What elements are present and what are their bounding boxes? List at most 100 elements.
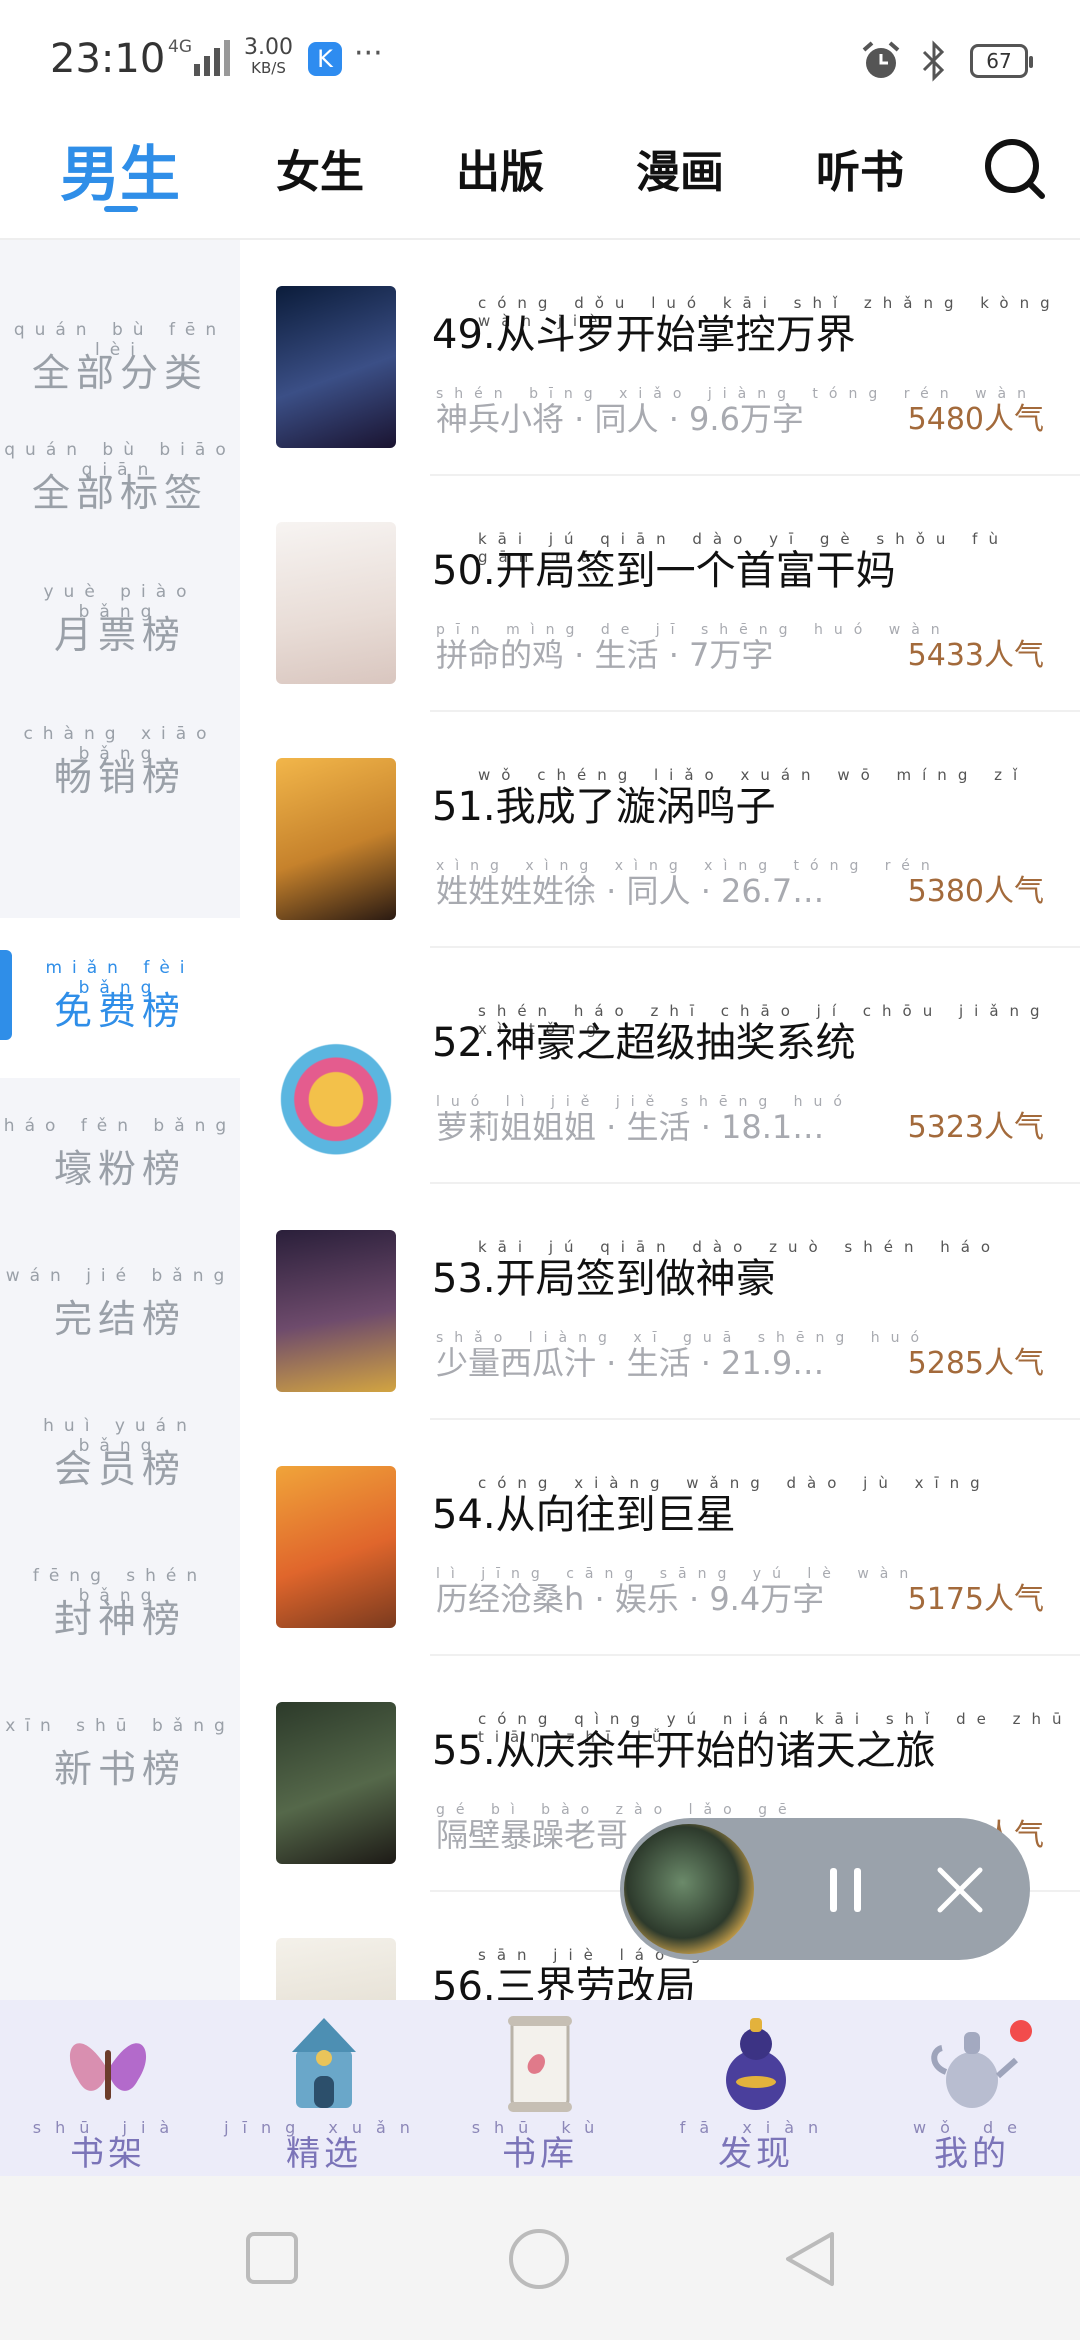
sidebar-item-all-categories[interactable]: quán bù fēn lèi 全部分类 [0, 320, 240, 440]
gourd-icon [726, 2018, 786, 2110]
book-popularity: 5323人气 [907, 1110, 1044, 1145]
nav-label: 我的 [934, 2134, 1010, 2174]
back-icon[interactable] [780, 2228, 840, 2290]
sidebar-item-completed[interactable]: wán jié bǎng 完结榜 [0, 1266, 240, 1386]
network-speed: 3.00 KB/S [244, 35, 293, 78]
tab-boys[interactable]: 男生 [60, 126, 180, 213]
app-notification-icon: K [308, 42, 342, 76]
tab-publishing[interactable]: 出版 [456, 136, 544, 200]
search-icon[interactable] [982, 136, 1046, 200]
book-title: 52.神豪之超级抽奖系统 [432, 1020, 856, 1066]
book-item[interactable]: cóng dǒu luó kāi shǐ zhǎng kòng wàn jiè … [240, 240, 1080, 476]
book-meta: 拼命的鸡 · 生活 · 7万字 [436, 636, 774, 674]
book-item[interactable]: kāi jú qiān dào zuò shén háo 53.开局签到做神豪 … [240, 1184, 1080, 1420]
sidebar-item-label: 新书榜 [53, 1747, 186, 1791]
book-meta: 隔壁暴躁老哥 [436, 1816, 629, 1854]
book-cover[interactable] [276, 522, 396, 684]
book-meta: 姓姓姓姓徐 · 同人 · 26.7… [436, 872, 825, 910]
book-title: 51.我成了漩涡鸣子 [432, 784, 776, 830]
tab-girls[interactable]: 女生 [276, 136, 364, 200]
book-title: 50.开局签到一个首富干妈 [432, 548, 896, 594]
book-popularity: 5175人气 [907, 1582, 1044, 1617]
nav-label: 书架 [70, 2134, 146, 2174]
book-cover[interactable] [276, 758, 396, 920]
butterfly-icon [69, 2043, 147, 2100]
book-meta: 神兵小将 · 同人 · 9.6万字 [436, 400, 804, 438]
home-icon[interactable] [506, 2226, 572, 2292]
book-item[interactable]: kāi jú qiān dào yī gè shǒu fù gān mā 50.… [240, 476, 1080, 712]
sidebar-item-pinyin: huì yuán bǎng [43, 1416, 197, 1456]
active-tab-indicator [104, 206, 138, 212]
sidebar-item-hall-of-fame[interactable]: fēng shén bǎng 封神榜 [0, 1566, 240, 1686]
sidebar-item-bestseller[interactable]: chàng xiāo bǎng 畅销榜 [0, 724, 240, 844]
book-meta: 历经沧桑h · 娱乐 · 9.4万字 [436, 1580, 825, 1618]
sidebar-item-all-tags[interactable]: quán bù biāo qiān 全部标签 [0, 440, 240, 560]
sidebar-item-label: 全部分类 [31, 351, 208, 395]
book-title: 49.从斗罗开始掌控万界 [432, 312, 856, 358]
nav-library[interactable]: shū kù 书库 [432, 2000, 648, 2176]
sidebar-item-pinyin: chàng xiāo bǎng [23, 724, 217, 764]
floating-audio-player[interactable] [620, 1818, 1030, 1960]
book-title: 53.开局签到做神豪 [432, 1256, 776, 1302]
sidebar-item-member[interactable]: huì yuán bǎng 会员榜 [0, 1416, 240, 1536]
sidebar-item-pinyin: háo fěn bǎng [3, 1116, 237, 1136]
nav-label: 书库 [502, 2134, 578, 2174]
nav-bookshelf[interactable]: shū jià 书架 [0, 2000, 216, 2176]
nav-profile[interactable]: wǒ de 我的 [864, 2000, 1080, 2176]
book-popularity: 5285人气 [907, 1346, 1044, 1381]
sidebar-item-label: 免费榜 [53, 989, 186, 1033]
book-item[interactable]: wǒ chéng liǎo xuán wō míng zǐ 51.我成了漩涡鸣子… [240, 712, 1080, 948]
sidebar-item-pinyin: miǎn fèi bǎng [45, 958, 195, 998]
book-cover[interactable] [276, 1230, 396, 1392]
book-item[interactable]: cóng xiàng wǎng dào jù xīng 54.从向往到巨星 lì… [240, 1420, 1080, 1656]
sidebar-item-pinyin: quán bù fēn lèi [13, 320, 227, 360]
book-meta: 萝莉姐姐姐 · 生活 · 18.1… [436, 1108, 825, 1146]
sidebar-item-label: 畅销榜 [53, 755, 186, 799]
book-title: 56.三界劳改局 [432, 1964, 696, 2000]
scroll-icon [508, 2016, 572, 2112]
status-time: 23:10 [50, 36, 166, 82]
nav-discover[interactable]: fā xiàn 发现 [648, 2000, 864, 2176]
close-icon[interactable] [930, 1860, 990, 1920]
sidebar-item-label: 全部标签 [31, 471, 208, 515]
sidebar-item-monthly-ticket[interactable]: yuè piào bǎng 月票榜 [0, 582, 240, 702]
status-bar: 23:10 4G 3.00 KB/S K ··· 67 [0, 0, 1080, 110]
nav-label: 发现 [718, 2134, 794, 2174]
tab-audiobooks[interactable]: 听书 [816, 136, 904, 200]
category-tabs: 男生 女生 出版 漫画 听书 [0, 110, 1080, 240]
bluetooth-icon [922, 40, 945, 82]
nav-featured[interactable]: jīng xuǎn 精选 [216, 2000, 432, 2176]
speed-value: 3.00 [244, 35, 293, 60]
audio-cover-disc[interactable] [624, 1824, 754, 1954]
sidebar-item-top-fans[interactable]: háo fěn bǎng 壕粉榜 [0, 1116, 240, 1236]
pause-icon[interactable] [816, 1860, 876, 1920]
book-cover[interactable] [276, 994, 396, 1156]
alarm-icon [862, 41, 900, 78]
bottom-navigation: shū jià 书架 jīng xuǎn 精选 shū kù 书库 fā xià… [0, 2000, 1080, 2176]
system-navigation-bar [0, 2176, 1080, 2340]
book-cover[interactable] [276, 1938, 396, 2000]
ranking-sidebar: quán bù fēn lèi 全部分类 quán bù biāo qiān 全… [0, 240, 240, 2000]
sidebar-item-label: 月票榜 [53, 613, 186, 657]
battery-icon: 67 [970, 44, 1033, 78]
book-title: 55.从庆余年开始的诸天之旅 [432, 1728, 936, 1774]
battery-level: 67 [986, 49, 1012, 73]
sidebar-item-label: 完结榜 [53, 1297, 186, 1341]
sidebar-item-pinyin: yuè piào bǎng [43, 582, 197, 622]
sidebar-item-pinyin: quán bù biāo qiān [4, 440, 236, 480]
book-cover[interactable] [276, 1466, 396, 1628]
book-item[interactable]: shén háo zhī chāo jí chōu jiǎng xì tǒng … [240, 948, 1080, 1184]
book-popularity: 5380人气 [907, 874, 1044, 909]
sidebar-item-new-books[interactable]: xīn shū bǎng 新书榜 [0, 1716, 240, 1836]
sidebar-item-label: 壕粉榜 [53, 1147, 186, 1191]
notification-dot [1010, 2020, 1032, 2042]
book-popularity: 5480人气 [907, 402, 1044, 437]
book-cover[interactable] [276, 286, 396, 448]
recent-apps-icon[interactable] [244, 2230, 300, 2286]
book-list: cóng dǒu luó kāi shǐ zhǎng kòng wàn jiè … [240, 240, 1080, 2000]
book-cover[interactable] [276, 1702, 396, 1864]
network-type: 4G [168, 37, 192, 57]
tab-comics[interactable]: 漫画 [636, 136, 724, 200]
sidebar-item-free[interactable]: miǎn fèi bǎng 免费榜 [0, 918, 240, 1078]
sidebar-item-pinyin: xīn shū bǎng [5, 1716, 235, 1736]
